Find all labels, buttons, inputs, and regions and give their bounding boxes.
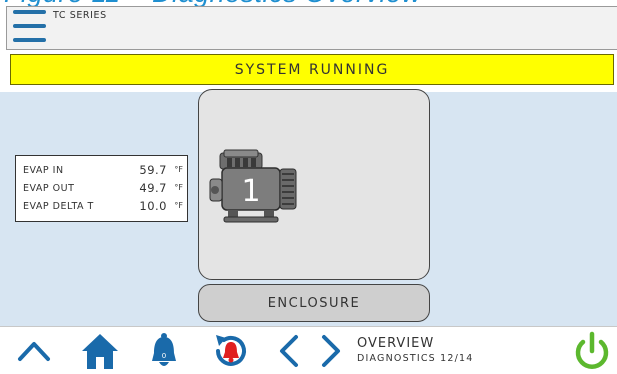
reading-unit: °F [174,183,183,192]
compressor-icon[interactable]: 1 [206,149,300,225]
reading-unit: °F [174,201,183,210]
status-banner: SYSTEM RUNNING [10,54,614,85]
compressor-number: 1 [241,174,260,209]
bell-counter: 0 [162,352,166,360]
top-bar: TC SERIES [6,6,617,50]
hamburger-menu-icon[interactable] [7,7,51,49]
reading-row-evap-out: EVAP OUT 49.7 °F [23,180,183,196]
power-icon [575,331,609,369]
reading-value: 59.7 [139,163,167,177]
chevron-up-icon [18,342,50,361]
reading-label: EVAP DELTA T [23,201,94,212]
chevron-right-icon [322,335,340,367]
bottom-nav-bar: 0 [0,326,617,374]
readings-panel: EVAP IN 59.7 °F EVAP OUT 49.7 °F EVAP DE… [15,155,188,222]
alarm-history-button[interactable] [210,331,252,371]
chevron-left-icon [280,335,298,367]
scroll-up-button[interactable] [14,331,54,371]
bell-icon: 0 [152,333,176,366]
reading-unit: °F [174,165,183,174]
next-screen-button[interactable] [318,331,344,371]
enclosure-button[interactable]: ENCLOSURE [198,284,430,322]
reading-value: 49.7 [139,181,167,195]
alarms-button[interactable]: 0 [146,331,182,371]
alarm-history-icon [216,335,246,366]
series-label: TC SERIES [53,10,107,21]
previous-screen-button[interactable] [276,331,302,371]
reading-value: 10.0 [139,199,167,213]
screen-subtitle: DIAGNOSTICS 12/14 [357,353,474,364]
home-icon [82,334,118,369]
home-button[interactable] [80,331,120,371]
reading-row-evap-in: EVAP IN 59.7 °F [23,162,183,178]
reading-label: EVAP OUT [23,183,75,194]
screen-title: OVERVIEW [357,336,435,351]
power-button[interactable] [572,331,612,371]
reading-label: EVAP IN [23,165,64,176]
reading-row-evap-delta-t: EVAP DELTA T 10.0 °F [23,198,183,214]
